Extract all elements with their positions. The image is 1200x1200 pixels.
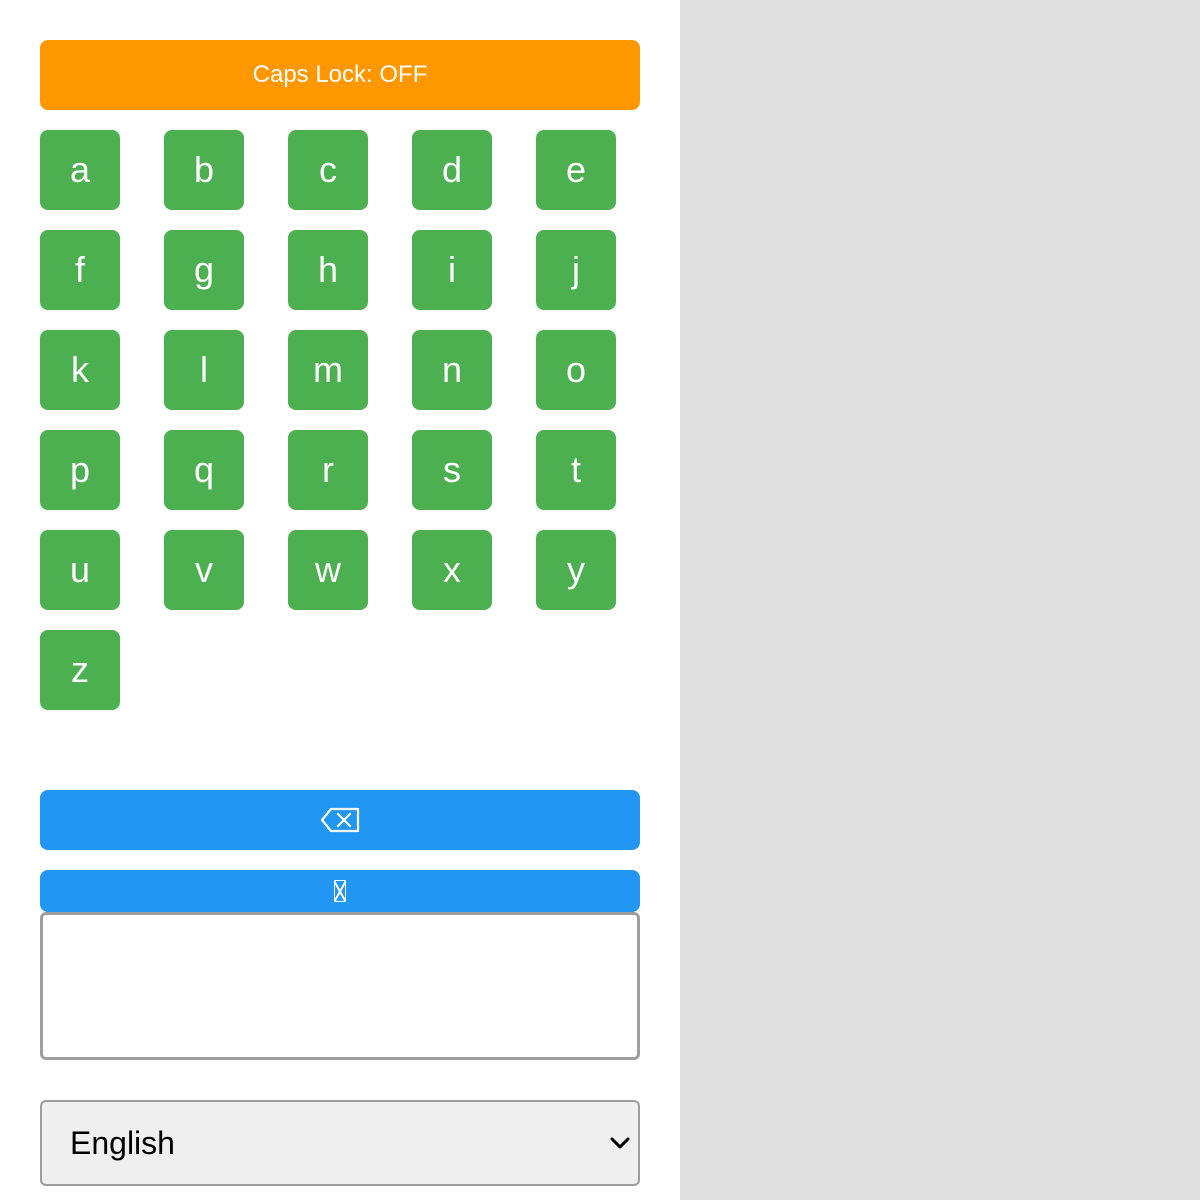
key-z[interactable]: z (40, 630, 120, 710)
key-x[interactable]: x (412, 530, 492, 610)
key-label: v (195, 549, 213, 590)
key-label: h (317, 249, 339, 290)
letter-keys-grid: a b c d e f g h i j k l m n o p q r s t … (40, 130, 640, 710)
backspace-icon (320, 807, 360, 833)
enter-button[interactable] (40, 870, 640, 912)
key-q[interactable]: q (164, 430, 244, 510)
key-o[interactable]: o (536, 330, 616, 410)
key-label: e (565, 149, 587, 190)
key-g[interactable]: g (164, 230, 244, 310)
key-label: a (69, 149, 91, 190)
key-w[interactable]: w (288, 530, 368, 610)
key-label: d (441, 149, 463, 190)
key-label: p (69, 449, 91, 490)
language-selected-value: English (70, 1124, 175, 1161)
key-label: y (567, 549, 585, 590)
key-t[interactable]: t (536, 430, 616, 510)
key-u[interactable]: u (40, 530, 120, 610)
key-label: q (193, 449, 215, 490)
key-v[interactable]: v (164, 530, 244, 610)
backspace-button[interactable] (40, 790, 640, 850)
key-s[interactable]: s (412, 430, 492, 510)
key-label: l (200, 349, 208, 390)
key-label: t (570, 449, 581, 490)
key-a[interactable]: a (40, 130, 120, 210)
key-i[interactable]: i (412, 230, 492, 310)
key-label: g (193, 249, 215, 290)
language-select[interactable]: English (40, 1100, 640, 1186)
key-p[interactable]: p (40, 430, 120, 510)
key-label: u (69, 549, 91, 590)
key-j[interactable]: j (536, 230, 616, 310)
key-label: m (313, 349, 343, 390)
key-m[interactable]: m (288, 330, 368, 410)
key-label: r (322, 449, 334, 490)
page: Caps Lock: OFF a b c d e f g h i j k l m… (0, 0, 1200, 1200)
caps-lock-button[interactable]: Caps Lock: OFF (40, 40, 640, 110)
key-label: x (443, 549, 461, 590)
key-label: z (71, 649, 89, 690)
key-label: c (319, 149, 337, 190)
key-n[interactable]: n (412, 330, 492, 410)
key-r[interactable]: r (288, 430, 368, 510)
key-b[interactable]: b (164, 130, 244, 210)
key-label: s (443, 449, 461, 490)
side-panel (680, 0, 1200, 1200)
key-label: k (71, 349, 89, 390)
key-label: w (315, 549, 341, 590)
key-d[interactable]: d (412, 130, 492, 210)
chevron-down-icon (608, 1131, 632, 1155)
key-e[interactable]: e (536, 130, 616, 210)
missing-glyph-icon (334, 880, 346, 902)
key-label: o (565, 349, 587, 390)
key-h[interactable]: h (288, 230, 368, 310)
key-k[interactable]: k (40, 330, 120, 410)
key-c[interactable]: c (288, 130, 368, 210)
key-y[interactable]: y (536, 530, 616, 610)
key-label: b (193, 149, 215, 190)
text-output[interactable] (40, 912, 640, 1060)
key-label: f (74, 249, 85, 290)
caps-lock-label: Caps Lock: OFF (252, 61, 428, 88)
key-label: j (572, 249, 580, 290)
key-label: i (448, 249, 456, 290)
key-f[interactable]: f (40, 230, 120, 310)
key-l[interactable]: l (164, 330, 244, 410)
keyboard-panel: Caps Lock: OFF a b c d e f g h i j k l m… (0, 0, 680, 1200)
key-label: n (441, 349, 463, 390)
